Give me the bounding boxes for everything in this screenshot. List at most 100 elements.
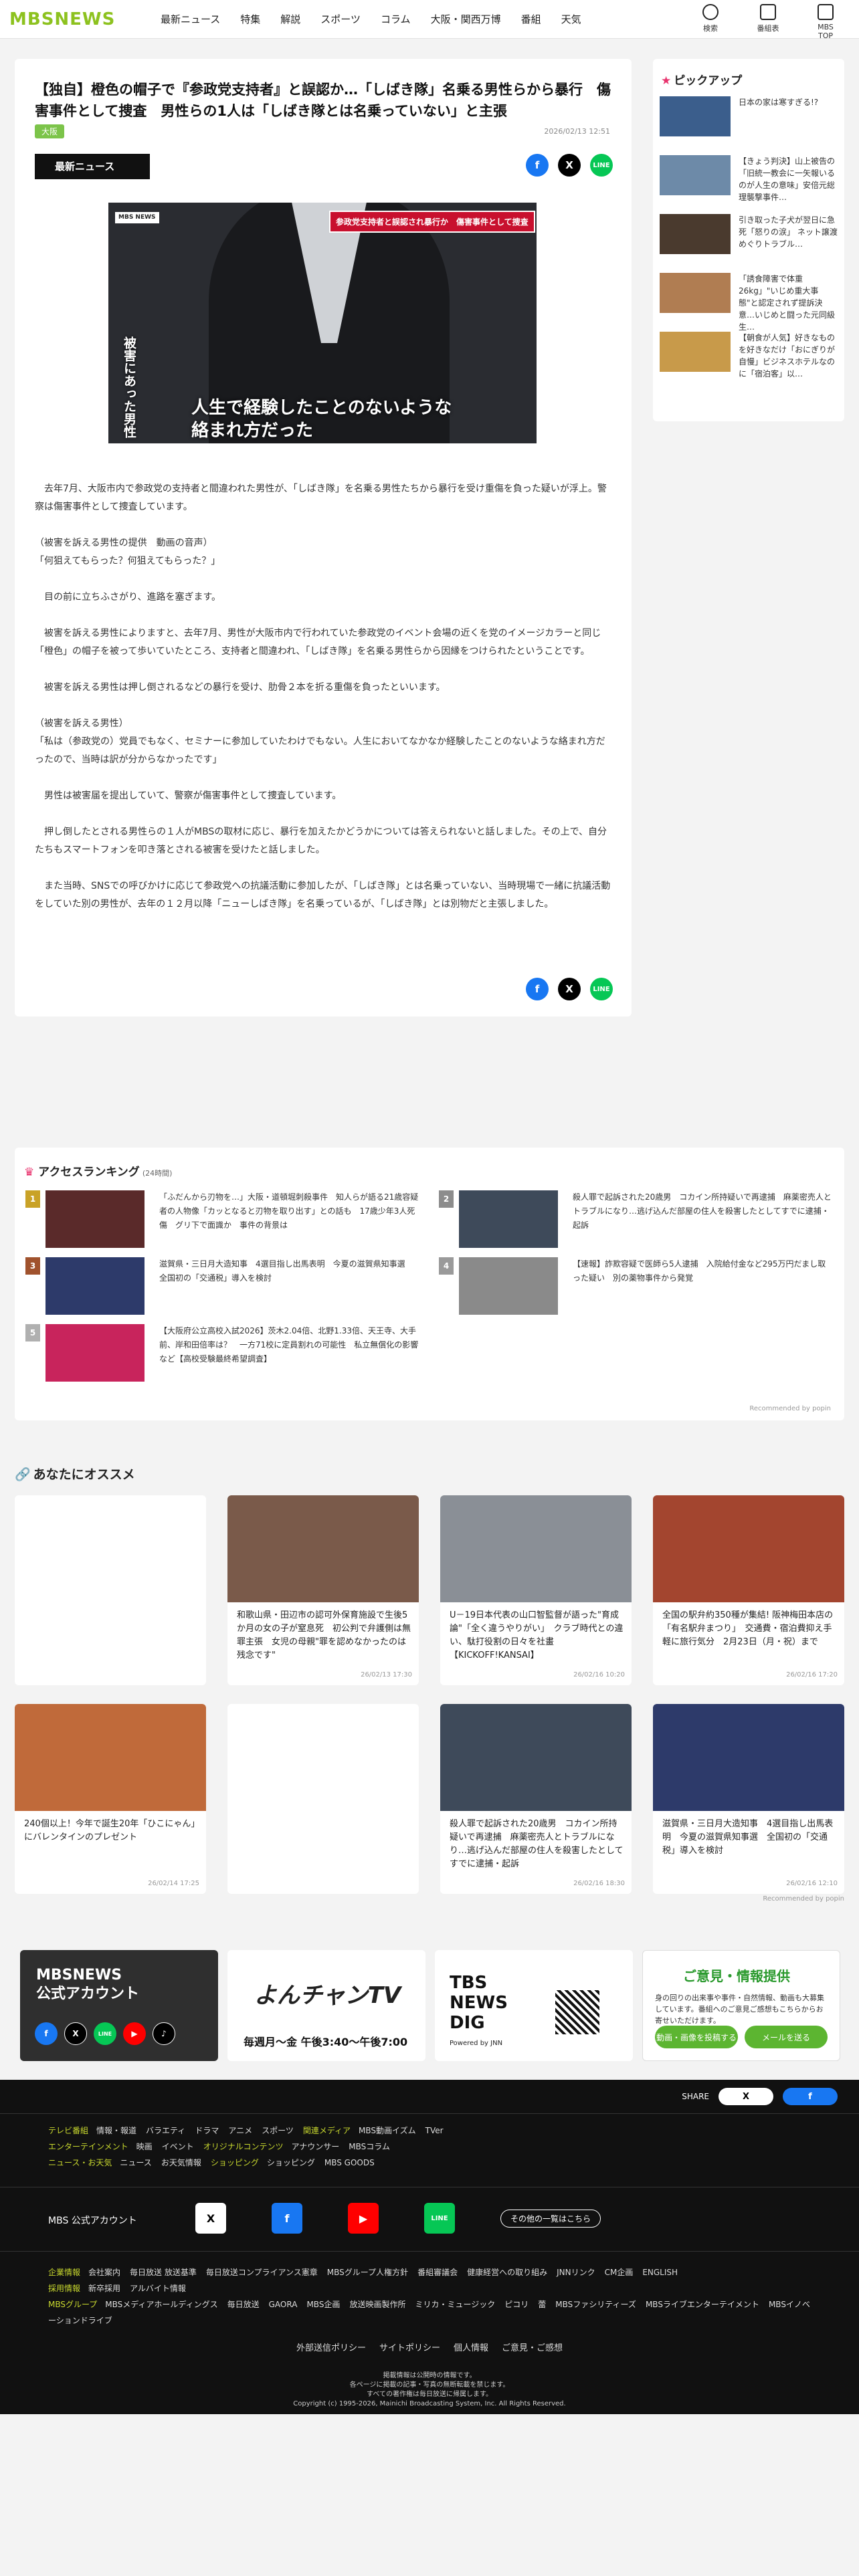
footer-link[interactable]: ピコリ: [504, 2300, 529, 2309]
footer-link[interactable]: アニメ: [228, 2126, 252, 2135]
line-share-button[interactable]: LINE: [590, 154, 613, 177]
region-tag[interactable]: 大阪: [35, 124, 65, 138]
footer-link[interactable]: 番組審議会: [417, 2268, 458, 2277]
line-icon[interactable]: LINE: [94, 2022, 116, 2045]
nav-feature[interactable]: 特集: [240, 12, 260, 26]
popin-credit[interactable]: Recommended by popin: [749, 1405, 831, 1412]
recommend-card[interactable]: U－19日本代表の山口智監督が語った"育成論"「全く違うやりがい」 クラブ時代と…: [440, 1495, 632, 1685]
opinion-banner[interactable]: ご意見・情報提供 身の回りの出来事や事件・自然情報、動画も大募集しています。番組…: [642, 1950, 840, 2061]
footer-link[interactable]: 蕾: [538, 2300, 546, 2309]
policy-link[interactable]: ご意見・ご感想: [502, 2343, 563, 2353]
pickup-panel: ★ ピックアップ 日本の家は寒すぎる!? 【きょう判決】山上被告の「旧統一教会に一…: [653, 59, 844, 421]
nav-sports[interactable]: スポーツ: [320, 12, 361, 26]
x-share-button[interactable]: X: [558, 154, 581, 177]
popin-credit[interactable]: Recommended by popin: [763, 1895, 844, 1903]
article-hero-image: MBS NEWS 参政党支持者と誤認され暴行か 傷害事件として捜査 被害にあった…: [108, 203, 537, 443]
youtube-icon[interactable]: ▶: [123, 2022, 146, 2045]
ranking-item[interactable]: 5 【大阪府公立高校入試2026】茨木2.04倍、北野1.33倍、天王寺、大手前、…: [25, 1324, 420, 1384]
pickup-item[interactable]: 【朝食が人気】好きなものを好きなだけ「おにぎりが自慢」ビジネスホテルなのに「宿泊…: [660, 332, 838, 383]
recommend-card[interactable]: 240個以上！今年で誕生20年「ひこにゃん」にバレンタインのプレゼント 26/02…: [15, 1704, 206, 1894]
footer-link[interactable]: イベント: [162, 2142, 194, 2151]
site-logo[interactable]: MBSNEWS: [9, 9, 115, 29]
pickup-item[interactable]: 日本の家は寒すぎる!?: [660, 96, 838, 147]
footer-link[interactable]: 情報・報道: [96, 2126, 136, 2135]
mbsnews-official-banner[interactable]: MBSNEWS 公式アカウント f X LINE ▶ ♪: [20, 1950, 218, 2061]
x-icon[interactable]: X: [195, 2203, 226, 2234]
recommend-card[interactable]: 和歌山県・田辺市の認可外保育施設で生後5か月の女の子が窒息死 初公判で弁護側は無…: [227, 1495, 419, 1685]
recommend-card[interactable]: 殺人罪で起訴された20歳男 コカイン所持疑いで再逮捕 麻薬密売人とトラブルになり…: [440, 1704, 632, 1894]
footer-link[interactable]: MBS企画: [306, 2300, 340, 2309]
x-share-button[interactable]: X: [719, 2088, 773, 2105]
footer-link[interactable]: ミリカ・ミュージック: [415, 2300, 495, 2309]
footer-link[interactable]: MBS GOODS: [324, 2158, 375, 2167]
ranking-item[interactable]: 4 【速報】詐欺容疑で医師ら5人逮捕 入院給付金など295万円だまし取った疑い 別…: [439, 1257, 834, 1317]
policy-link[interactable]: サイトポリシー: [379, 2343, 440, 2353]
facebook-share-button[interactable]: f: [526, 154, 549, 177]
send-mail-button[interactable]: メールを送る: [745, 2026, 828, 2048]
upload-media-button[interactable]: 動画・画像を投稿する: [655, 2026, 738, 2048]
pickup-item[interactable]: 引き取った子犬が翌日に急死「怒りの涙」 ネット譲渡めぐりトラブル…: [660, 214, 838, 265]
footer-link[interactable]: MBSメディアホールディングス: [105, 2300, 217, 2309]
footer-link[interactable]: GAORA: [269, 2300, 298, 2309]
facebook-share-button[interactable]: f: [526, 978, 549, 1000]
nav-weather[interactable]: 天気: [561, 12, 581, 26]
footer-link[interactable]: 毎日放送: [227, 2300, 260, 2309]
recommend-card[interactable]: 滋賀県・三日月大造知事 4選目指し出馬表明 今夏の滋賀県知事選 全国初の「交通税…: [653, 1704, 844, 1894]
footer-link[interactable]: MBSライブエンターテイメント: [646, 2300, 759, 2309]
yon-chan-tv-banner[interactable]: よんチャンTV 毎週月～金 午後3:40～午後7:00: [227, 1950, 425, 2061]
nav-programs[interactable]: 番組: [521, 12, 541, 26]
line-share-button[interactable]: LINE: [590, 978, 613, 1000]
footer-link[interactable]: 健康経営への取り組み: [467, 2268, 547, 2277]
ranking-item[interactable]: 2 殺人罪で起訴された20歳男 コカイン所持疑いで再逮捕 麻薬密売人とトラブルにな…: [439, 1190, 834, 1251]
x-icon[interactable]: X: [64, 2022, 87, 2045]
footer-link[interactable]: ニュース: [120, 2158, 151, 2167]
ranking-item[interactable]: 1 「ふだんから刃物を…」大阪・道頓堀刺殺事件 知人らが語る21歳容疑者の人物像「…: [25, 1190, 420, 1251]
footer-link[interactable]: JNNリンク: [557, 2268, 595, 2277]
more-accounts-link[interactable]: その他の一覧はこちら: [500, 2209, 601, 2228]
facebook-icon[interactable]: f: [35, 2022, 58, 2045]
policy-link[interactable]: 個人情報: [454, 2343, 488, 2353]
facebook-icon[interactable]: f: [272, 2203, 302, 2234]
footer-link[interactable]: アナウンサー: [291, 2142, 339, 2151]
footer-link[interactable]: 会社案内: [88, 2268, 120, 2277]
footer-link[interactable]: MBS動画イズム: [359, 2126, 416, 2135]
footer-link[interactable]: MBSコラム: [349, 2142, 390, 2151]
footer-link[interactable]: 新卒採用: [88, 2284, 120, 2293]
footer-link[interactable]: アルバイト情報: [130, 2284, 186, 2293]
nav-expo[interactable]: 大阪・関西万博: [431, 12, 501, 26]
footer-link[interactable]: ショッピング: [267, 2158, 315, 2167]
footer-link[interactable]: お天気情報: [161, 2158, 201, 2167]
footer-link[interactable]: MBSファシリティーズ: [555, 2300, 636, 2309]
nav-column[interactable]: コラム: [381, 12, 411, 26]
search-button[interactable]: 検索: [697, 4, 724, 40]
footer-link[interactable]: バラエティ: [146, 2126, 185, 2135]
schedule-button[interactable]: 番組表: [755, 4, 781, 40]
recommend-card[interactable]: [15, 1495, 206, 1685]
tiktok-icon[interactable]: ♪: [153, 2022, 175, 2045]
footer-link[interactable]: スポーツ: [262, 2126, 294, 2135]
pickup-item[interactable]: 【きょう判決】山上被告の「旧統一教会に一矢報いるのが人生の意味」安倍元総理襲撃事…: [660, 155, 838, 206]
mbs-top-button[interactable]: MBS TOP: [812, 4, 839, 40]
nav-latest[interactable]: 最新ニュース: [161, 12, 220, 26]
recommend-card[interactable]: 全国の駅弁約350種が集結! 阪神梅田本店の「有名駅弁まつり」 交通費・宿泊費抑…: [653, 1495, 844, 1685]
x-share-button[interactable]: X: [558, 978, 581, 1000]
pickup-item[interactable]: 「誘食障害で体重26kg」"いじめ重大事態"と認定されず提訴決意…いじめと闘った…: [660, 273, 838, 332]
tbs-news-dig-banner[interactable]: TBS NEWS DIG Powered by JNN: [435, 1950, 633, 2061]
pickup-thumbnail: [660, 214, 731, 254]
youtube-icon[interactable]: ▶: [348, 2203, 379, 2234]
recommend-card[interactable]: [227, 1704, 419, 1894]
line-icon[interactable]: LINE: [424, 2203, 455, 2234]
footer-link[interactable]: MBSグループ人権方針: [327, 2268, 408, 2277]
footer-link[interactable]: 放送映画製作所: [349, 2300, 405, 2309]
facebook-share-button[interactable]: f: [783, 2088, 838, 2105]
footer-link[interactable]: 映画: [136, 2142, 153, 2151]
footer-link[interactable]: 毎日放送 放送基準: [130, 2268, 197, 2277]
footer-link[interactable]: CM企画: [605, 2268, 634, 2277]
footer-link[interactable]: TVer: [425, 2126, 444, 2135]
footer-link[interactable]: ENGLISH: [642, 2268, 678, 2277]
footer-link[interactable]: 毎日放送コンプライアンス憲章: [206, 2268, 318, 2277]
ranking-item[interactable]: 3 滋賀県・三日月大造知事 4選目指し出馬表明 今夏の滋賀県知事選 全国初の「交通…: [25, 1257, 420, 1317]
policy-link[interactable]: 外部送信ポリシー: [296, 2343, 366, 2353]
nav-commentary[interactable]: 解説: [280, 12, 300, 26]
footer-link[interactable]: ドラマ: [195, 2126, 219, 2135]
